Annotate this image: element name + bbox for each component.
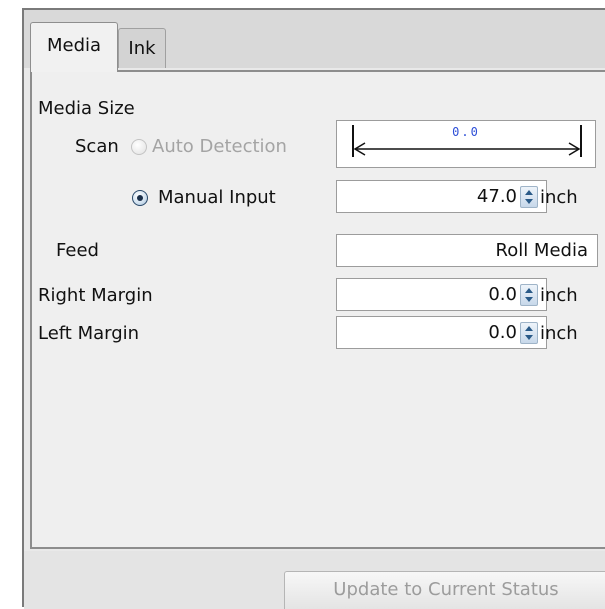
feed-value: Roll Media — [495, 240, 589, 261]
media-size-heading: Media Size — [38, 98, 135, 119]
left-margin-label: Left Margin — [38, 323, 140, 344]
update-to-current-status-button[interactable]: Update to Current Status — [284, 571, 605, 609]
tab-ink[interactable]: Ink — [118, 28, 166, 68]
feed-label: Feed — [56, 240, 99, 261]
auto-detection-radio[interactable] — [131, 139, 147, 155]
media-tab-content: Media Size Scan Auto Detection 0.0 Manua… — [30, 70, 605, 549]
panel-footer: Update to Current Status — [24, 551, 605, 609]
scan-label: Scan — [75, 136, 119, 157]
tab-strip: Media Ink — [24, 10, 605, 72]
left-margin-value: 0.0 — [488, 322, 517, 343]
manual-width-value: 47.0 — [476, 186, 517, 207]
ruler-value: 0.0 — [452, 125, 480, 139]
left-margin-spinner-icon[interactable] — [520, 322, 538, 344]
right-margin-spinner-icon[interactable] — [520, 284, 538, 306]
manual-width-unit: inch — [540, 187, 578, 208]
manual-width-spinner-icon[interactable] — [520, 186, 538, 208]
manual-input-label: Manual Input — [158, 187, 276, 208]
media-settings-panel: Media Ink Media Size Scan Auto Detection… — [22, 8, 605, 609]
feed-field: Roll Media — [336, 234, 598, 267]
right-margin-input[interactable]: 0.0 — [336, 278, 547, 311]
scan-width-ruler: 0.0 — [336, 120, 596, 168]
left-margin-input[interactable]: 0.0 — [336, 316, 547, 349]
right-margin-unit: inch — [540, 285, 578, 306]
right-margin-label: Right Margin — [38, 285, 153, 306]
right-margin-value: 0.0 — [488, 284, 517, 305]
auto-detection-label: Auto Detection — [152, 136, 287, 157]
manual-input-radio[interactable] — [132, 190, 148, 206]
left-margin-unit: inch — [540, 323, 578, 344]
tab-media[interactable]: Media — [30, 22, 118, 72]
manual-width-input[interactable]: 47.0 — [336, 180, 547, 213]
